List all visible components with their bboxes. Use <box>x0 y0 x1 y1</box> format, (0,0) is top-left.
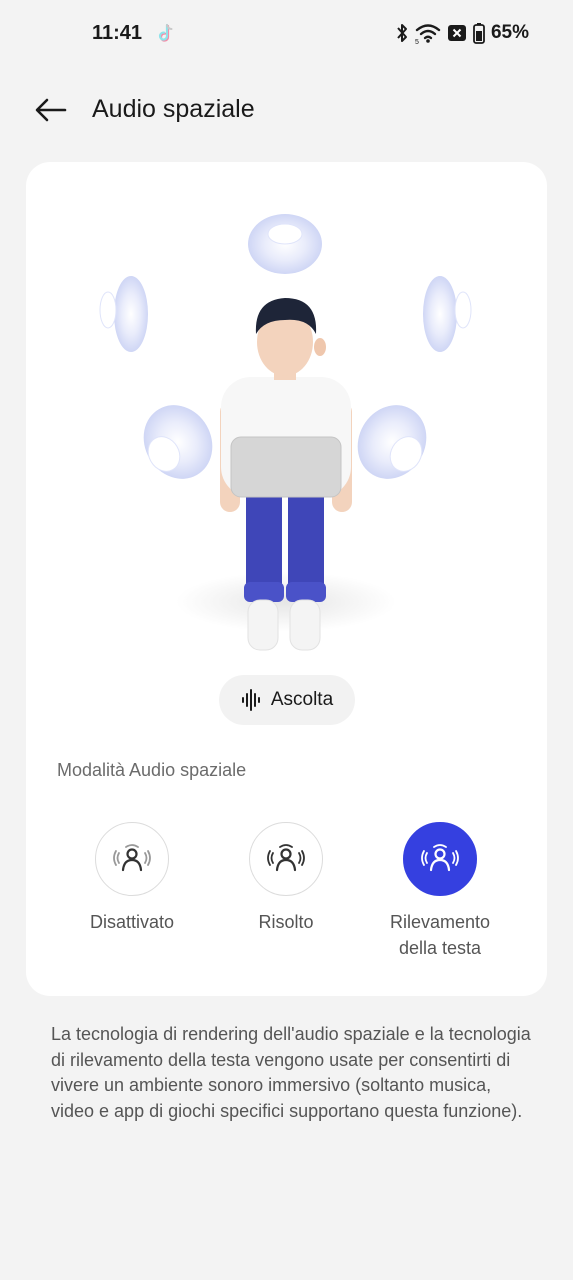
mode-head-tracking-button[interactable] <box>403 822 477 896</box>
head-tracking-icon <box>421 844 459 872</box>
page-title: Audio spaziale <box>92 95 255 123</box>
back-button[interactable] <box>32 94 70 126</box>
battery-icon <box>473 23 485 44</box>
status-icons: 5 65% <box>395 20 529 46</box>
sim-disabled-icon <box>447 25 466 41</box>
floor-shadow <box>176 572 396 632</box>
mode-off-label: Disattivato <box>89 912 175 932</box>
header: Audio spaziale <box>0 82 573 138</box>
mode-head-tracking-label-line1: Rilevamento <box>389 912 491 932</box>
mode-fixed-label: Risolto <box>258 912 314 932</box>
listen-label: Ascolta <box>270 689 334 710</box>
person-sound-icon <box>267 844 305 872</box>
wifi-icon: 5 <box>415 24 441 44</box>
speaker-left-lower <box>143 405 213 479</box>
mode-fixed[interactable]: Risolto <box>211 822 361 935</box>
speaker-top <box>248 214 322 274</box>
spatial-audio-illustration <box>99 214 472 651</box>
speaker-right-lower <box>357 405 427 479</box>
waveform-icon <box>241 689 260 711</box>
listen-button[interactable]: Ascolta <box>219 675 355 725</box>
mode-off[interactable]: Disattivato <box>57 822 207 935</box>
speaker-right-upper <box>423 276 472 352</box>
status-bar: 11:41 5 65% <box>0 0 573 68</box>
mode-off-button[interactable] <box>95 822 169 896</box>
speaker-left-upper <box>99 276 148 352</box>
mode-fixed-button[interactable] <box>249 822 323 896</box>
mode-head-tracking-label-line2: della testa <box>398 938 482 958</box>
mode-head-tracking-label: Rilevamento della testa <box>365 909 515 961</box>
section-label: Modalità Audio spaziale <box>57 760 247 780</box>
description-text: La tecnologia di rendering dell'audio sp… <box>51 1024 531 1121</box>
tiktok-icon <box>158 23 173 42</box>
spatial-audio-card: Ascolta Modalità Audio spaziale Disattiv… <box>26 162 547 996</box>
svg-text:5: 5 <box>415 39 419 44</box>
bluetooth-icon <box>397 24 407 42</box>
mode-head-tracking[interactable]: Rilevamento della testa <box>365 822 515 961</box>
status-time: 11:41 <box>92 22 143 44</box>
battery-percent: 65% <box>490 22 529 43</box>
person-sound-icon <box>113 844 151 872</box>
arrow-left-icon <box>35 98 67 122</box>
